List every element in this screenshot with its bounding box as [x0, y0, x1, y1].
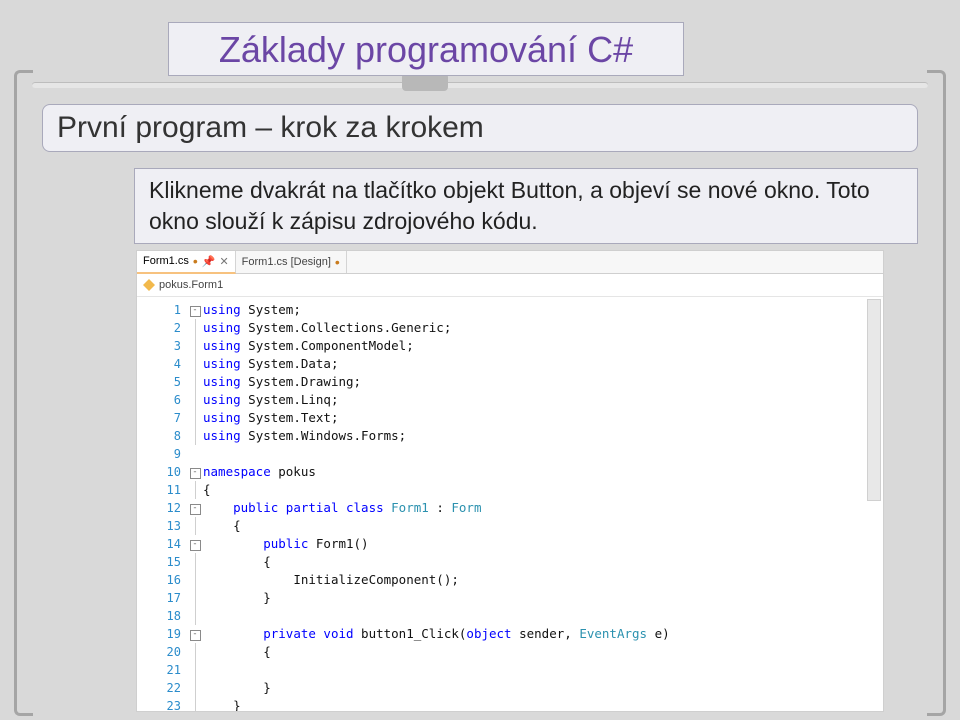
title-underline: [32, 82, 928, 88]
fold-toggle-icon[interactable]: -: [190, 540, 201, 551]
tab-bar: Form1.cs • 📌 ✕ Form1.cs [Design] •: [137, 251, 883, 274]
description: Klikneme dvakrát na tlačítko objekt Butt…: [134, 168, 918, 244]
fold-toggle-icon[interactable]: -: [190, 306, 201, 317]
tab-form1-design[interactable]: Form1.cs [Design] •: [236, 251, 347, 273]
fold-toggle-icon[interactable]: -: [190, 468, 201, 479]
bracket-right: [927, 70, 946, 716]
bracket-left: [14, 70, 33, 716]
pin-icon[interactable]: 📌: [202, 255, 216, 268]
context-label: pokus.Form1: [159, 279, 223, 291]
tab-label: Form1.cs [Design]: [242, 256, 331, 268]
line-number-gutter: 1234567891011121314151617181920212223242…: [137, 297, 187, 712]
page-title: Základy programování C#: [168, 22, 684, 76]
outline-column: - - - - -: [187, 297, 203, 712]
subtitle: První program – krok za krokem: [42, 104, 918, 152]
fold-toggle-icon[interactable]: -: [190, 630, 201, 641]
scrollbar-thumb[interactable]: [867, 299, 881, 501]
context-dropdown[interactable]: pokus.Form1: [137, 274, 883, 297]
tab-label: Form1.cs: [143, 255, 189, 267]
close-icon[interactable]: ✕: [219, 255, 228, 268]
class-icon: [143, 279, 155, 291]
tab-form1-cs[interactable]: Form1.cs • 📌 ✕: [137, 250, 236, 274]
fold-toggle-icon[interactable]: -: [190, 504, 201, 515]
code-content[interactable]: using System;using System.Collections.Ge…: [203, 297, 883, 712]
code-editor: Form1.cs • 📌 ✕ Form1.cs [Design] • pokus…: [136, 250, 884, 712]
